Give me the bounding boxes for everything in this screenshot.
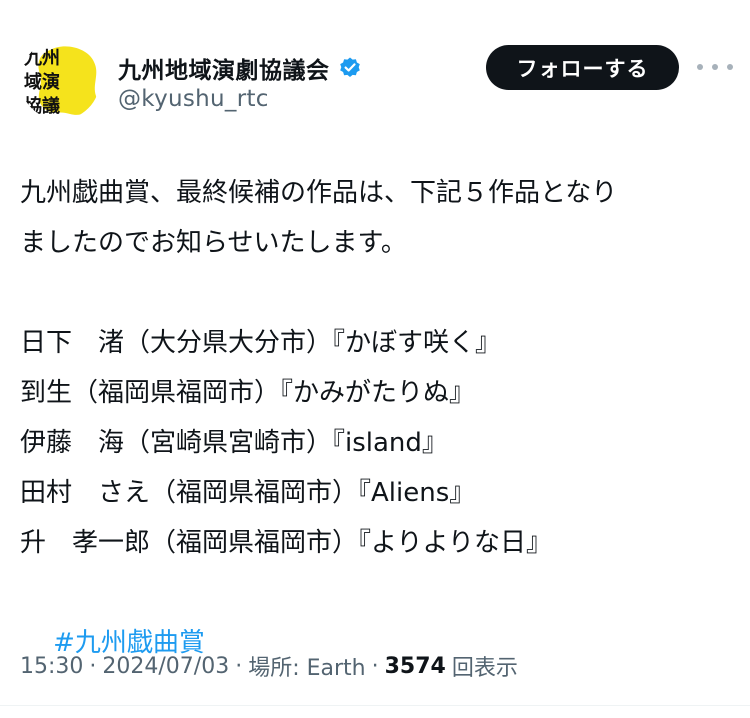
views-label: 回表示 [451, 656, 518, 681]
tweet-line: ましたのでお知らせいたします。 [20, 228, 407, 258]
more-dot [712, 64, 718, 70]
meta-separator: · [89, 653, 97, 679]
user-handle[interactable]: @kyushu_rtc [118, 86, 269, 112]
tweet-line: 九州戯曲賞、最終候補の作品は、下記５作品となり [20, 178, 618, 208]
author-name-row: 九州地域演劇協議会 [118, 52, 362, 84]
display-name[interactable]: 九州地域演劇協議会 [118, 51, 330, 85]
tweet-location: 場所: Earth [248, 656, 366, 681]
tweet-line: 升 孝一郎（福岡県福岡市）『よりよりな日』 [20, 528, 552, 558]
avatar[interactable]: 九州 域演 協議 [20, 40, 100, 120]
hashtag-line: #九州戯曲賞 [20, 568, 730, 658]
tweet-line: 伊藤 海（宮崎県宮崎市）『island』 [20, 428, 448, 458]
more-dot [727, 64, 733, 70]
divider [0, 705, 750, 706]
follow-button[interactable]: フォローする [486, 45, 679, 90]
meta-separator: · [235, 653, 243, 679]
tweet-date[interactable]: 2024/07/03 [102, 654, 229, 679]
more-dot [697, 64, 703, 70]
tweet-text: 九州戯曲賞、最終候補の作品は、下記５作品となり ましたのでお知らせいたします。 … [20, 168, 730, 658]
svg-text:九州: 九州 [23, 48, 60, 69]
avatar-logo-icon: 九州 域演 協議 [20, 40, 100, 120]
more-horizontal-icon[interactable] [697, 55, 733, 79]
meta-separator: · [371, 653, 379, 679]
tweet-time[interactable]: 15:30 [20, 654, 83, 679]
views-count: 3574 [384, 653, 446, 679]
tweet-line: 田村 さえ（福岡県福岡市）『Aliens』 [20, 478, 476, 508]
tweet-line: 到生（福岡県福岡市）『かみがたりぬ』 [20, 378, 476, 408]
svg-text:域演: 域演 [24, 71, 60, 93]
tweet-line: 日下 渚（大分県大分市）『かぼす咲く』 [20, 328, 502, 358]
tweet-meta: 15:30 · 2024/07/03 · 場所: Earth · 3574 回表… [20, 650, 518, 682]
svg-text:協議: 協議 [24, 95, 60, 117]
verified-badge-icon [338, 56, 362, 80]
